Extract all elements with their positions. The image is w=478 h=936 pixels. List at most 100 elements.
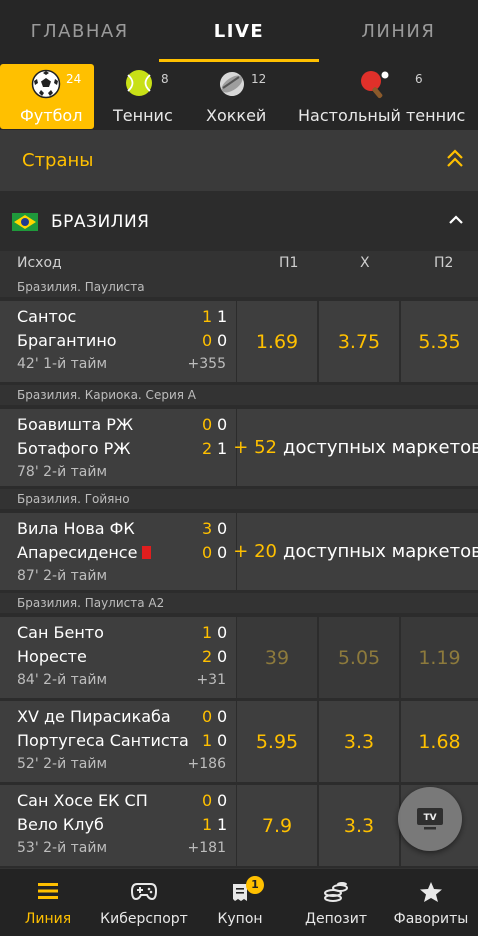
sports-selector: 24 Футбол 8 Теннис 12 Хоккей 6 Настольны… [0,62,478,130]
match-time: 87' 2-й тайм [17,568,108,584]
score-total: 0 [217,543,228,562]
nav-favorites[interactable]: Фавориты [384,869,478,936]
sport-tennis[interactable]: 8 Теннис [98,64,188,129]
top-navigation: ГЛАВНАЯ LIVE ЛИНИЯ [0,0,478,62]
tab-main[interactable]: ГЛАВНАЯ [0,0,159,62]
tab-live[interactable]: LIVE [159,0,319,62]
score-total: 0 [217,331,228,350]
nav-esports[interactable]: Киберспорт [96,869,192,936]
odd-x[interactable]: 5.05 [319,617,399,698]
markets-count: + 20 [233,541,278,562]
odd-x[interactable]: 3.3 [319,701,399,782]
team-home: Сантос [17,307,77,326]
team-away: Ботафого РЖ [17,439,131,458]
hockey-puck-icon [220,72,244,96]
p1-header: П1 [279,255,299,271]
markets-text: доступных маркетов [283,541,478,562]
available-markets-button[interactable]: + 20 доступных маркетов [233,513,478,590]
match-info[interactable]: Сантос 1 1 Брагантино 0 0 42' 1-й тайм +… [0,301,236,382]
odd-p2[interactable]: 5.35 [401,301,478,382]
more-bets-count: +181 [187,840,226,856]
countries-toggle[interactable]: Страны [0,130,478,191]
nav-label: Фавориты [393,911,469,927]
coins-icon [324,882,348,902]
team-home: Вила Нова ФК [17,519,135,538]
match-info[interactable]: Вила Нова ФК 3 0 Апаресиденсе 0 0 87' 2-… [0,513,236,590]
sport-label: Настольный теннис [298,106,466,125]
odd-p2[interactable]: 1.68 [401,701,478,782]
score-current: 0 [202,707,213,726]
match-row[interactable]: Сантос 1 1 Брагантино 0 0 42' 1-й тайм +… [0,301,478,382]
score-total: 0 [217,707,228,726]
tab-line[interactable]: ЛИНИЯ [319,0,478,62]
odds-column-header: Исход П1 Х П2 [0,251,478,277]
soccer-ball-icon [31,69,61,99]
nav-label: Киберспорт [100,911,188,927]
more-bets-count: +31 [196,672,226,688]
score-current: 1 [202,815,213,834]
tennis-ball-icon [126,70,152,96]
team-away: Португеса Сантиста [17,731,189,750]
country-name: БРАЗИЛИЯ [51,212,150,232]
chevron-up-icon [449,215,463,224]
sport-label: Хоккей [206,106,267,125]
nav-line[interactable]: Линия [0,869,96,936]
match-time: 84' 2-й тайм [17,672,108,688]
star-icon [420,882,442,902]
score-total: 0 [217,623,228,642]
odd-x[interactable]: 3.3 [319,785,399,866]
match-info[interactable]: Сан Бенто 1 0 Норесте 2 0 84' 2-й тайм +… [0,617,236,698]
country-header[interactable]: БРАЗИЛИЯ [0,195,478,249]
sport-football[interactable]: 24 Футбол [0,64,94,129]
nav-label: Депозит [305,911,367,927]
score-current: 1 [202,307,213,326]
sport-table-tennis[interactable]: 6 Настольный теннис [296,64,476,129]
score-current: 1 [202,731,213,750]
team-home: Боавишта РЖ [17,415,134,434]
nav-coupon[interactable]: 1 Купон [192,869,288,936]
sport-count: 8 [161,72,169,86]
score-current: 3 [202,519,213,538]
sport-label: Футбол [20,106,83,125]
league-header: Бразилия. Паулиста А2 [0,593,478,613]
nav-deposit[interactable]: Депозит [288,869,384,936]
score-total: 1 [217,815,228,834]
team-away: Норесте [17,647,87,666]
match-info[interactable]: Сан Хосе ЕК СП 0 0 Вело Клуб 1 1 53' 2-й… [0,785,236,866]
score-current: 0 [202,415,213,434]
match-time: 52' 2-й тайм [17,756,108,772]
odd-p1[interactable]: 1.69 [237,301,317,382]
p2-header: П2 [434,255,454,271]
markets-count: + 52 [233,437,278,458]
x-header: Х [360,255,370,271]
tv-label: TV [423,813,436,823]
sport-count: 24 [66,72,82,86]
odd-p1[interactable]: 39 [237,617,317,698]
sport-count: 12 [251,72,267,86]
match-row[interactable]: Вила Нова ФК 3 0 Апаресиденсе 0 0 87' 2-… [0,513,478,590]
team-away: Брагантино [17,331,117,350]
match-info[interactable]: XV де Пирасикаба 0 0 Португеса Сантиста … [0,701,236,782]
more-bets-count: +355 [187,356,226,372]
match-info[interactable]: Боавишта РЖ 0 0 Ботафого РЖ 2 1 78' 2-й … [0,409,236,486]
match-row[interactable]: Сан Бенто 1 0 Норесте 2 0 84' 2-й тайм +… [0,617,478,698]
team-away: Апаресиденсе [17,543,152,562]
table-tennis-icon [361,71,389,99]
tv-broadcast-button[interactable]: TV [398,787,462,851]
double-chevron-up-icon [447,149,463,167]
odd-p2[interactable]: 1.19 [401,617,478,698]
score-total: 0 [217,731,228,750]
match-row[interactable]: XV де Пирасикаба 0 0 Португеса Сантиста … [0,701,478,782]
sport-hockey[interactable]: 12 Хоккей [196,64,286,129]
odd-x[interactable]: 3.75 [319,301,399,382]
tv-icon: TV [417,808,443,830]
odd-p1[interactable]: 7.9 [237,785,317,866]
countries-label: Страны [22,150,94,171]
available-markets-button[interactable]: + 52 доступных маркетов [233,409,478,486]
brazil-flag-icon [12,213,38,231]
match-row[interactable]: Боавишта РЖ 0 0 Ботафого РЖ 2 1 78' 2-й … [0,409,478,486]
bottom-navigation: Линия Киберспорт 1 Купон Депозит Фаворит… [0,868,478,936]
league-header: Бразилия. Гойяно [0,489,478,509]
nav-label: Купон [217,911,263,927]
odd-p1[interactable]: 5.95 [237,701,317,782]
